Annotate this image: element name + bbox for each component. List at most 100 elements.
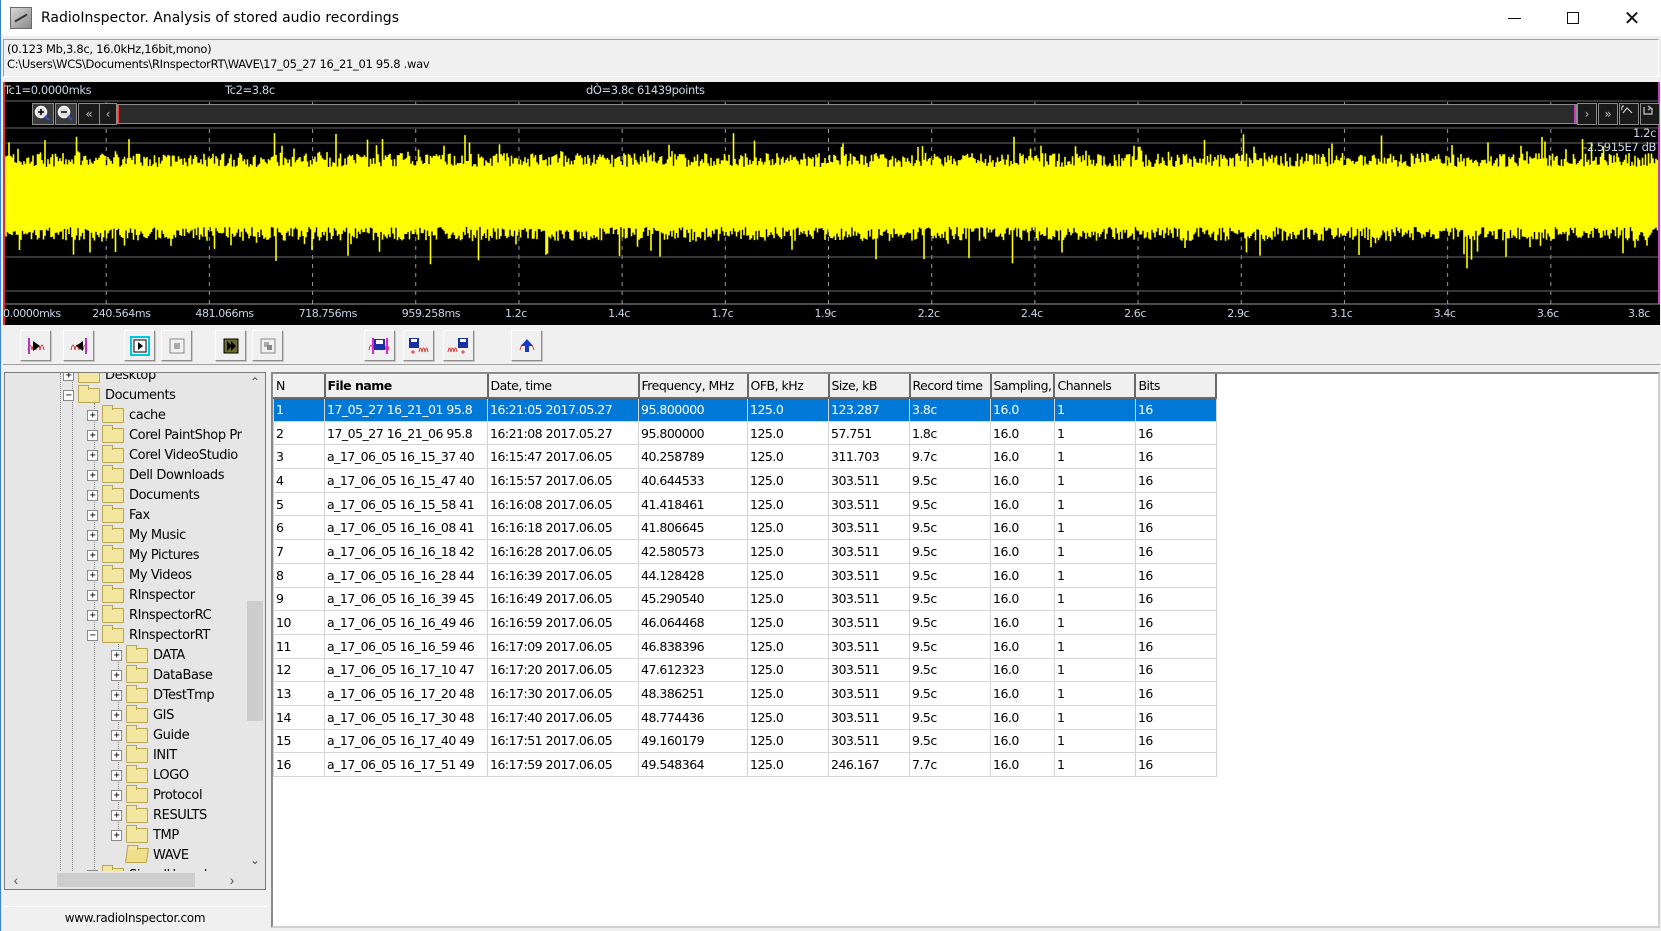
- tree-item[interactable]: + Guide: [111, 724, 190, 745]
- expand-icon[interactable]: +: [87, 489, 98, 501]
- table-row[interactable]: 5 a_17_06_05 16_15_58 41 16:16:08 2017.06.…: [273, 491, 1217, 517]
- column-header[interactable]: Channels: [1053, 374, 1137, 399]
- tree-item[interactable]: + Corel PaintShop Pr: [87, 424, 242, 445]
- tree-item[interactable]: + RInspector: [87, 584, 195, 605]
- tree-item[interactable]: + Desktop: [63, 373, 156, 385]
- tree-item[interactable]: + TMP: [111, 824, 179, 845]
- folder-tree[interactable]: + Desktop − Documents + cache + Corel PaintShop…: [4, 372, 266, 890]
- expand-icon[interactable]: +: [87, 449, 98, 461]
- table-row[interactable]: 8 a_17_06_05 16_16_28 44 16:16:39 2017.06.…: [273, 562, 1217, 588]
- expand-icon[interactable]: +: [87, 609, 98, 621]
- waveform-view[interactable]: Tc1=0.0000mks Tc2=3.8c dÒ=3.8c 61439poin…: [3, 82, 1660, 325]
- table-row[interactable]: 14 a_17_06_05 16_17_30 48 16:17:40 2017.06…: [273, 704, 1217, 730]
- expand-icon[interactable]: +: [111, 829, 122, 841]
- tree-vertical-scrollbar[interactable]: ⌃ ⌄: [245, 373, 265, 871]
- expand-icon[interactable]: +: [111, 789, 122, 801]
- tree-item[interactable]: + RESULTS: [111, 804, 207, 825]
- table-row[interactable]: 9 a_17_06_05 16_16_39 45 16:16:49 2017.06.…: [273, 586, 1217, 612]
- cursor-right-button[interactable]: [63, 330, 94, 361]
- tree-vscroll-thumb[interactable]: [247, 601, 263, 721]
- tree-hscroll-thumb[interactable]: [57, 873, 195, 887]
- scroll-first-button[interactable]: «: [78, 103, 100, 125]
- expand-icon[interactable]: +: [111, 649, 122, 661]
- scroll-last-button[interactable]: »: [1598, 103, 1618, 125]
- tree-item[interactable]: + Fax: [87, 504, 150, 525]
- fit-view-button[interactable]: [1619, 103, 1639, 125]
- expand-icon[interactable]: +: [111, 749, 122, 761]
- expand-icon[interactable]: +: [111, 729, 122, 741]
- scroll-right-icon[interactable]: ›: [223, 871, 241, 889]
- play-loop-button[interactable]: [215, 330, 246, 361]
- expand-icon[interactable]: +: [87, 529, 98, 541]
- expand-icon[interactable]: +: [111, 669, 122, 681]
- expand-icon[interactable]: +: [111, 769, 122, 781]
- expand-icon[interactable]: +: [87, 469, 98, 481]
- tree-item[interactable]: + My Videos: [87, 564, 192, 585]
- table-row[interactable]: 4 a_17_06_05 16_15_47 40 16:15:57 2017.06.…: [273, 468, 1217, 493]
- column-header[interactable]: Bits: [1134, 374, 1218, 399]
- column-header[interactable]: Frequency, MHz: [638, 374, 749, 399]
- column-header[interactable]: Sampling,: [990, 374, 1056, 399]
- tree-item[interactable]: + Documents: [87, 484, 200, 505]
- tree-item[interactable]: − RInspectorRT: [87, 624, 210, 645]
- collapse-icon[interactable]: −: [63, 389, 74, 401]
- cursor-left-button[interactable]: [20, 330, 51, 361]
- tree-item[interactable]: + Corel VideoStudio: [87, 444, 238, 465]
- copy-fragment-button[interactable]: [252, 330, 283, 361]
- tree-item[interactable]: + Dell Downloads: [87, 464, 225, 485]
- minimize-button[interactable]: [1485, 0, 1543, 36]
- table-row[interactable]: 7 a_17_06_05 16_16_18 42 16:16:28 2017.06.…: [273, 539, 1217, 564]
- maximize-button[interactable]: [1544, 0, 1602, 36]
- save-selection-button[interactable]: [364, 330, 395, 361]
- export-button[interactable]: [511, 330, 542, 361]
- table-row[interactable]: 15 a_17_06_05 16_17_40 49 16:17:51 2017.06…: [273, 728, 1217, 754]
- save-left-button[interactable]: [443, 330, 474, 361]
- column-header[interactable]: Record time: [909, 374, 992, 399]
- tree-item[interactable]: WAVE: [111, 845, 189, 865]
- column-header[interactable]: Size, kB: [828, 374, 911, 399]
- close-button[interactable]: ✕: [1603, 0, 1661, 36]
- tree-item[interactable]: + DTestTmp: [111, 684, 215, 705]
- tree-horizontal-scrollbar[interactable]: ‹ ›: [5, 871, 265, 889]
- tree-item[interactable]: + GIS: [111, 704, 174, 725]
- expand-icon[interactable]: +: [87, 569, 98, 581]
- expand-icon[interactable]: +: [111, 709, 122, 721]
- tree-item[interactable]: − Documents: [63, 384, 176, 405]
- table-row[interactable]: 12 a_17_06_05 16_17_10 47 16:17:20 2017.06…: [273, 657, 1217, 683]
- column-header[interactable]: File name: [324, 374, 489, 399]
- tree-item[interactable]: + DataBase: [111, 664, 213, 685]
- expand-icon[interactable]: +: [87, 429, 98, 441]
- stop-button[interactable]: [161, 330, 192, 361]
- collapse-icon[interactable]: −: [87, 629, 98, 641]
- zoom-out-button[interactable]: [55, 103, 77, 125]
- tree-item[interactable]: + My Pictures: [87, 544, 200, 565]
- save-right-button[interactable]: [403, 330, 434, 361]
- table-row[interactable]: 13 a_17_06_05 16_17_20 48 16:17:30 2017.06…: [273, 681, 1217, 706]
- website-link[interactable]: www.radioInspector.com: [4, 906, 266, 928]
- expand-icon[interactable]: +: [63, 373, 74, 381]
- tree-item[interactable]: + cache: [87, 404, 166, 425]
- table-row[interactable]: 3 a_17_06_05 16_15_37 40 16:15:47 2017.06.…: [273, 444, 1217, 470]
- recordings-table[interactable]: N File name Date, time Frequency, MHz OFB, k…: [273, 374, 1218, 777]
- expand-icon[interactable]: +: [87, 549, 98, 561]
- table-row[interactable]: 16 a_17_06_05 16_17_51 49 16:17:59 2017.06…: [273, 752, 1217, 777]
- scroll-up-icon[interactable]: ⌃: [245, 373, 265, 391]
- table-row[interactable]: 11 a_17_06_05 16_16_59 46 16:17:09 2017.06…: [273, 633, 1217, 659]
- scroll-next-button[interactable]: ›: [1577, 103, 1597, 125]
- tree-item[interactable]: + My Music: [87, 524, 186, 545]
- column-header[interactable]: OFB, kHz: [747, 374, 830, 399]
- tree-item[interactable]: + LOGO: [111, 764, 189, 785]
- scroll-down-icon[interactable]: ⌄: [245, 851, 265, 869]
- play-button[interactable]: [124, 330, 155, 361]
- expand-icon[interactable]: +: [111, 809, 122, 821]
- column-header[interactable]: N: [273, 374, 326, 399]
- recordings-table-panel[interactable]: N File name Date, time Frequency, MHz OFB, k…: [271, 372, 1660, 928]
- table-row[interactable]: 6 a_17_06_05 16_16_08 41 16:16:18 2017.06.…: [273, 515, 1217, 541]
- expand-icon[interactable]: +: [87, 509, 98, 521]
- tree-item[interactable]: + Protocol: [111, 784, 203, 805]
- table-row[interactable]: 2 17_05_27 16_21_06 95.8 16:21:08 2017.05.…: [273, 420, 1217, 446]
- table-row[interactable]: 10 a_17_06_05 16_16_49 46 16:16:59 2017.06…: [273, 610, 1217, 635]
- expand-icon[interactable]: +: [111, 689, 122, 701]
- expand-icon[interactable]: +: [87, 589, 98, 601]
- undo-zoom-button[interactable]: [1640, 103, 1660, 125]
